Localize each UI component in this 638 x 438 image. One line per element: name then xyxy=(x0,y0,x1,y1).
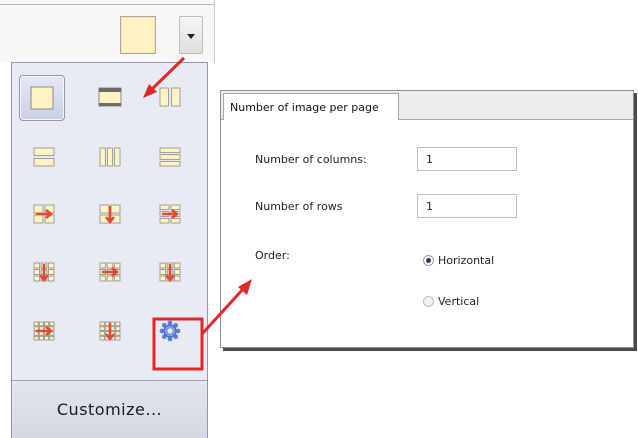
columns-input[interactable] xyxy=(426,149,516,170)
three-rows-layout-icon xyxy=(159,147,181,167)
columns-field[interactable] xyxy=(417,147,517,171)
layout-tile-header-bar-layout[interactable] xyxy=(95,82,125,112)
single-page-layout-icon xyxy=(30,86,54,110)
grid-4x4-vertical-order-icon xyxy=(99,321,121,342)
layout-tile-custom-settings-gear[interactable] xyxy=(155,316,185,346)
columns-label: Number of columns: xyxy=(255,153,367,166)
grid-2x2-horizontal-order-icon xyxy=(33,204,55,224)
images-per-page-dialog: Number of image per page Number of colum… xyxy=(220,90,634,348)
current-layout-button[interactable] xyxy=(120,16,156,54)
customize-button[interactable]: Customize... xyxy=(12,381,207,438)
custom-settings-gear-icon xyxy=(159,320,181,342)
toolbar-separator xyxy=(214,0,215,64)
layout-tile-grid-4x4-vertical-order[interactable] xyxy=(95,316,125,346)
layout-tile-grid-2x2-horizontal-order[interactable] xyxy=(29,199,59,229)
tab-label: Number of image per page xyxy=(230,101,379,114)
layout-tile-grid-2x3-horizontal-order[interactable] xyxy=(155,199,185,229)
grid-3x3-vertical-order-icon xyxy=(33,262,55,283)
order-label: Order: xyxy=(255,249,290,262)
layout-tile-three-columns-layout[interactable] xyxy=(95,142,125,172)
layout-tile-grid-2x2-vertical-order[interactable] xyxy=(95,199,125,229)
horizontal-radio[interactable] xyxy=(423,255,434,266)
two-rows-layout-icon xyxy=(33,147,55,167)
horizontal-label: Horizontal xyxy=(438,254,495,267)
layout-tile-two-rows-layout[interactable] xyxy=(29,142,59,172)
vertical-radio[interactable] xyxy=(423,296,434,307)
tab-strip: Number of image per page xyxy=(221,91,633,120)
rows-input[interactable] xyxy=(426,196,516,217)
two-columns-layout-icon xyxy=(159,87,181,107)
layout-tile-grid-3x3-vertical-order[interactable] xyxy=(29,257,59,287)
rows-field[interactable] xyxy=(417,194,517,218)
vertical-label: Vertical xyxy=(438,295,480,308)
layout-tile-grid-3x3-vertical-order-alt[interactable] xyxy=(155,257,185,287)
customize-label: Customize... xyxy=(56,400,163,419)
grid-4x4-horizontal-order-icon xyxy=(33,321,55,341)
layout-dropdown-button[interactable] xyxy=(179,16,203,54)
layout-tile-grid-3x3-horizontal-order[interactable] xyxy=(95,257,125,287)
header-bar-layout-icon xyxy=(98,87,122,107)
layout-tile-single-page-layout[interactable] xyxy=(19,75,65,121)
tab-images-per-page[interactable]: Number of image per page xyxy=(223,93,399,120)
grid-3x3-horizontal-order-icon xyxy=(99,262,121,282)
grid-3x3-vertical-order-alt-icon xyxy=(159,262,181,283)
layout-tile-three-rows-layout[interactable] xyxy=(155,142,185,172)
layout-tile-grid-4x4-horizontal-order[interactable] xyxy=(29,316,59,346)
grid-2x3-horizontal-order-icon xyxy=(159,204,181,224)
three-columns-layout-icon xyxy=(99,147,121,167)
chevron-down-icon xyxy=(187,34,195,39)
grid-2x2-vertical-order-icon xyxy=(99,204,121,225)
toolbar-divider xyxy=(0,4,215,5)
layout-tile-two-columns-layout[interactable] xyxy=(155,82,185,112)
rows-label: Number of rows xyxy=(255,200,343,213)
